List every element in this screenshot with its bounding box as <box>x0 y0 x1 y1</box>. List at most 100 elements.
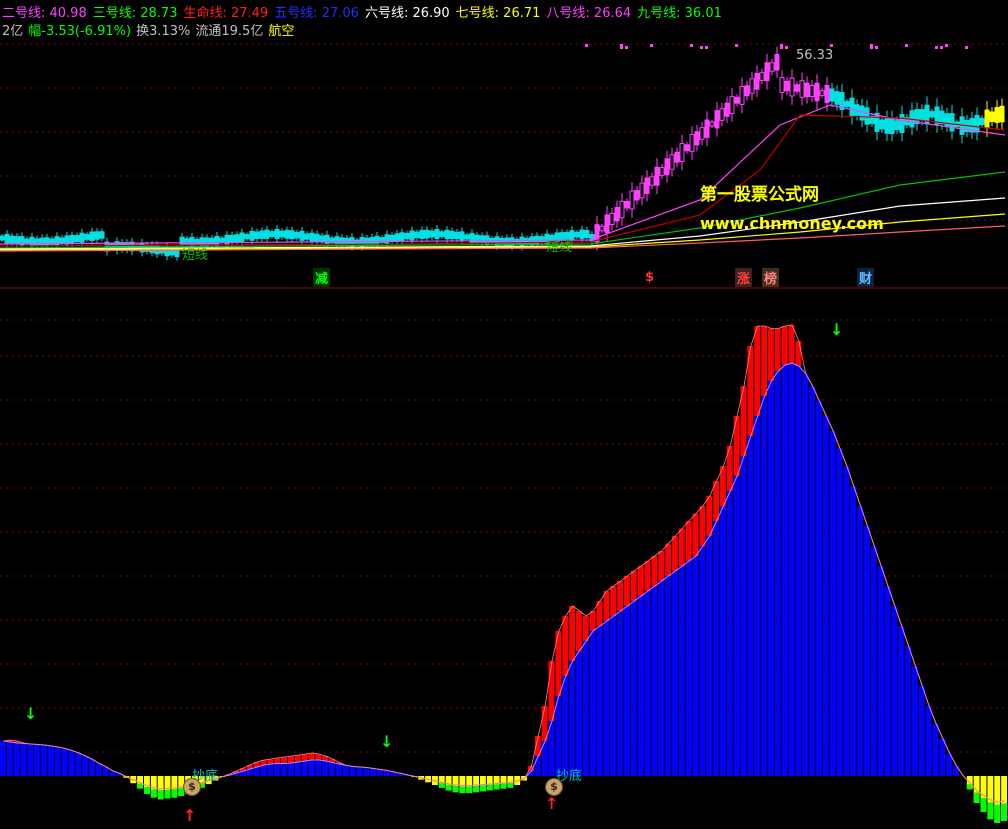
candle-body <box>229 234 235 243</box>
histogram-bar-blue <box>898 626 905 776</box>
candle-body <box>404 232 410 240</box>
histogram-bar-blue <box>582 641 589 776</box>
candle-body <box>84 234 90 240</box>
histogram-bar-green <box>150 789 157 798</box>
histogram-bar-blue <box>349 766 356 776</box>
histogram-bar-red <box>576 611 582 651</box>
candle-body <box>864 107 870 125</box>
event-tag-ranking[interactable]: 榜 <box>762 268 780 287</box>
histogram-bar-blue <box>260 765 267 776</box>
chart-canvas <box>0 43 1008 823</box>
histogram-bar-blue <box>747 436 754 776</box>
histogram-bar-blue <box>54 747 61 776</box>
candle-body <box>289 230 295 240</box>
candle-body <box>234 234 240 243</box>
histogram-bar-blue <box>877 566 884 776</box>
candle-body <box>899 114 905 134</box>
histogram-bar-blue <box>754 416 761 776</box>
peak-price-label: 56.33 <box>796 48 834 63</box>
candle-body <box>219 237 225 244</box>
histogram-bar-blue <box>802 373 809 776</box>
histogram-bar-red <box>637 566 644 596</box>
marker-dot <box>875 46 878 49</box>
histogram-bar-green <box>507 783 514 788</box>
histogram-bar-green <box>987 802 994 820</box>
event-tag-reduce[interactable]: 减 <box>313 268 331 287</box>
event-tag-rise[interactable]: 涨 <box>735 268 753 287</box>
info-item: 幅-3.53(-6.91%) <box>28 24 132 39</box>
candle-body <box>614 206 620 222</box>
event-tag-finance[interactable]: 财 <box>857 268 875 287</box>
candle-body <box>584 230 590 239</box>
candle-body <box>769 62 775 72</box>
histogram-bar-blue <box>870 546 877 776</box>
histogram-bar-blue <box>370 768 377 776</box>
candle-body <box>269 231 275 238</box>
candle-body <box>409 230 415 241</box>
histogram-bar-blue <box>699 546 706 776</box>
histogram-bar-red <box>617 581 623 611</box>
candle-body <box>924 104 930 124</box>
marker-dot <box>905 44 908 47</box>
candle-body <box>414 231 420 239</box>
candle-body <box>804 82 810 98</box>
histogram-bar-blue <box>294 762 301 776</box>
histogram-bar-blue <box>322 761 329 776</box>
histogram-bar-red <box>603 591 610 621</box>
histogram-bar-blue <box>596 626 603 776</box>
histogram-bar-green <box>486 784 493 791</box>
marker-dot <box>690 44 693 47</box>
histogram-bar-blue <box>720 506 726 776</box>
histogram-bar-blue <box>836 448 843 776</box>
candle-body <box>669 154 675 170</box>
histogram-bar-blue <box>281 763 287 776</box>
histogram-bar-red <box>774 328 781 371</box>
histogram-bar-green <box>980 798 987 812</box>
legend-item: 九号线: 36.01 <box>637 6 722 21</box>
legend-item: 八号线: 26.64 <box>546 6 632 21</box>
candle-body <box>629 190 635 210</box>
histogram-bar-blue <box>726 491 733 776</box>
marker-dot <box>830 44 833 47</box>
histogram-bar-blue <box>761 396 767 776</box>
histogram-bar-blue <box>768 381 774 776</box>
candle-body <box>599 225 605 232</box>
histogram-bar-blue <box>630 601 637 776</box>
histogram-bar-green <box>994 804 1001 823</box>
histogram-bar-blue <box>274 763 281 776</box>
candle-body <box>664 158 670 176</box>
candle-body <box>889 117 895 135</box>
candle-body <box>299 230 305 241</box>
histogram-bar-red <box>301 754 308 761</box>
histogram-bar-red <box>582 616 589 641</box>
candle-body <box>894 120 900 131</box>
histogram-bar-blue <box>891 606 898 776</box>
candle-body <box>454 231 460 240</box>
signal-label-short-line-2: 短线 <box>546 240 573 255</box>
info-item: 流通19.5亿 <box>195 24 264 39</box>
histogram-bar-blue <box>644 591 651 776</box>
histogram-bar-blue <box>27 744 34 776</box>
candle-body <box>579 229 585 240</box>
histogram-bar-blue <box>884 586 891 776</box>
histogram-bar-blue <box>356 767 363 776</box>
candle-body <box>719 108 725 121</box>
histogram-bar-blue <box>0 741 6 776</box>
event-tag-dollar[interactable]: $ <box>643 270 657 285</box>
candle-body <box>984 109 990 129</box>
histogram-bar-blue <box>82 756 89 776</box>
histogram-bar-blue <box>692 556 699 776</box>
candle-body <box>79 232 85 243</box>
histogram-bar-green <box>157 790 164 800</box>
histogram-bar-blue <box>48 746 54 776</box>
buy-arrow-up-icon: ↑ <box>545 794 559 813</box>
candle-body <box>624 201 630 209</box>
candle-body <box>979 117 985 126</box>
histogram-bar-blue <box>829 431 836 776</box>
histogram-bar-red <box>672 536 678 571</box>
candle-body <box>814 82 820 102</box>
candle-body <box>384 234 390 245</box>
candle-body <box>99 231 105 239</box>
watermark-url: www.chnmoney.com <box>700 214 884 233</box>
histogram-bar-blue <box>733 476 740 776</box>
